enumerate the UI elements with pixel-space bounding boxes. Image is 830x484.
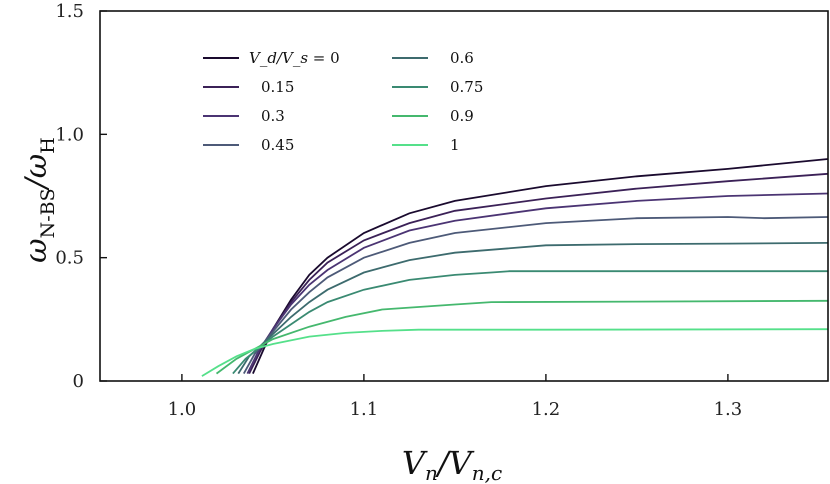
x-tick-label: 1.2 [532, 399, 561, 420]
legend-label-0: V_d/V_s = 0 [249, 49, 340, 67]
series-line-2 [246, 192, 829, 374]
series-line-3 [243, 216, 829, 375]
x-tick-label: 1.0 [168, 399, 197, 420]
x-tick-label: 1.3 [714, 399, 743, 420]
legend-label-1: 0.15 [261, 78, 294, 96]
y-axis-title: ωN-BS/ωH [19, 137, 59, 263]
ticks-layer: 1.0 1.1 1.2 1.3 0 0.5 1.0 1.5 [55, 1, 742, 420]
series-line-7 [201, 328, 829, 377]
legend-label-4: 0.6 [450, 49, 474, 67]
legend-label-6: 0.9 [450, 107, 474, 125]
y-tick-label: 1.5 [55, 1, 84, 22]
legend-label-7: 1 [450, 136, 460, 154]
series-layer [201, 158, 829, 377]
x-axis-title: Vn/Vn,c [402, 444, 502, 484]
line-chart: 1.0 1.1 1.2 1.3 0 0.5 1.0 1.5 V_d/V_s = 0 0.15 0.… [19, 1, 829, 484]
y-tick-label: 1.0 [55, 124, 84, 145]
y-tick-label: 0 [73, 371, 84, 392]
legend-label-5: 0.75 [450, 78, 483, 96]
legend-label-2: 0.3 [261, 107, 285, 125]
series-line-0 [252, 158, 829, 374]
y-tick-label: 0.5 [55, 248, 84, 269]
legend-label-3: 0.45 [261, 136, 294, 154]
legend: V_d/V_s = 0 0.15 0.3 0.45 0.6 0.75 0.9 1 [203, 49, 483, 154]
x-tick-label: 1.1 [350, 399, 379, 420]
